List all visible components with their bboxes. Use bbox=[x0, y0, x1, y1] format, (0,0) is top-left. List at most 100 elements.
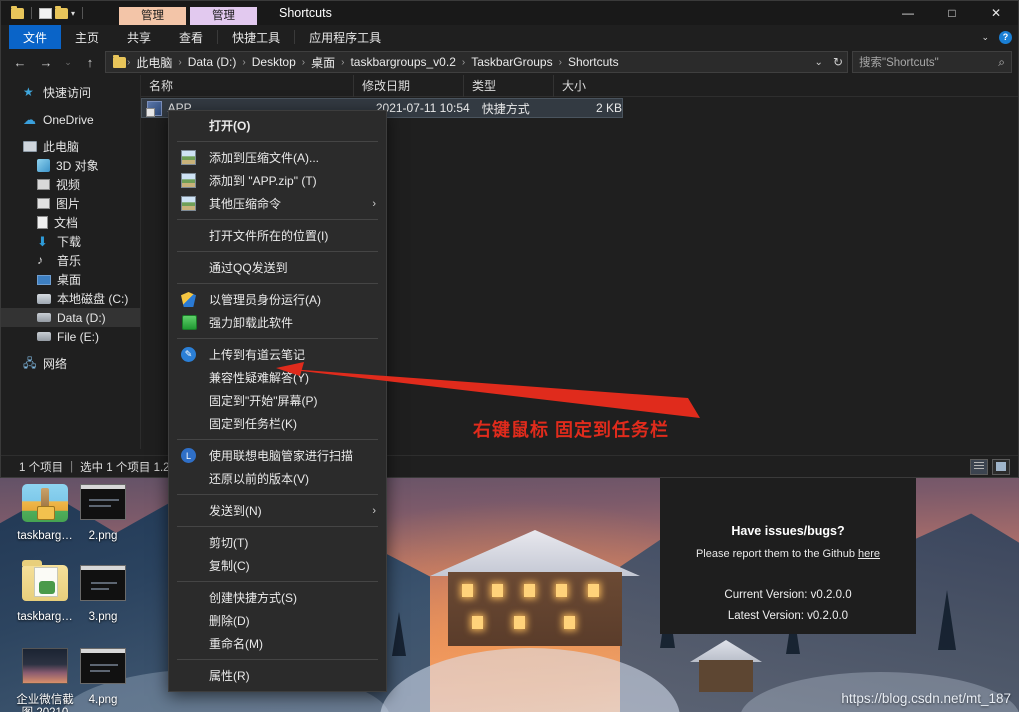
menu-separator bbox=[177, 219, 378, 220]
column-header-date[interactable]: 修改日期 bbox=[353, 74, 463, 97]
menu-item-label: 重命名(M) bbox=[209, 637, 263, 651]
desktop-icon[interactable]: 2.png bbox=[66, 484, 140, 543]
sidebar-item-videos[interactable]: 视频 bbox=[1, 175, 140, 194]
help-icon[interactable]: ? bbox=[999, 30, 1012, 44]
chevron-right-icon: › bbox=[372, 197, 376, 210]
recent-locations-button[interactable]: ⌄ bbox=[61, 51, 75, 73]
ribbon-tab-home[interactable]: 主页 bbox=[61, 25, 113, 49]
menu-item-label: 通过QQ发送到 bbox=[209, 261, 288, 275]
sidebar-item-music[interactable]: ♪ 音乐 bbox=[1, 251, 140, 270]
sidebar-item-data-d[interactable]: Data (D:) bbox=[1, 308, 140, 327]
menu-item-open[interactable]: 打开(O) bbox=[169, 114, 386, 137]
app-heading: Have issues/bugs? bbox=[731, 524, 845, 538]
desktop-icon-label: 3.png bbox=[88, 611, 118, 623]
desktop-icon-label: 2.png bbox=[88, 530, 118, 542]
column-header-type[interactable]: 类型 bbox=[463, 74, 553, 97]
menu-item-send-via-qq[interactable]: 通过QQ发送到 bbox=[169, 256, 386, 279]
sidebar-item-3d-objects[interactable]: 3D 对象 bbox=[1, 156, 140, 175]
menu-item-compatibility-troubleshoot[interactable]: 兼容性疑难解答(Y) bbox=[169, 366, 386, 389]
breadcrumb-item-this-pc[interactable]: 此电脑 bbox=[131, 54, 177, 71]
breadcrumb-item-zhuomian[interactable]: 桌面 bbox=[306, 54, 340, 71]
menu-item-add-to-archive[interactable]: 添加到压缩文件(A)... bbox=[169, 146, 386, 169]
sidebar-item-network[interactable]: 🖧 网络 bbox=[1, 354, 140, 373]
ribbon-tab-shortcut-tools[interactable]: 快捷工具 bbox=[218, 25, 294, 49]
chevron-down-icon[interactable]: ⌄ bbox=[815, 57, 823, 68]
back-button[interactable]: ← bbox=[9, 51, 31, 73]
menu-item-other-archive-commands[interactable]: 其他压缩命令 › bbox=[169, 192, 386, 215]
column-header-size[interactable]: 大小 bbox=[553, 74, 625, 97]
menu-item-label: 使用联想电脑管家进行扫描 bbox=[209, 449, 354, 463]
menu-item-upload-to-youdao[interactable]: ✎ 上传到有道云笔记 bbox=[169, 343, 386, 366]
menu-item-restore-previous-versions[interactable]: 还原以前的版本(V) bbox=[169, 467, 386, 490]
menu-item-rename[interactable]: 重命名(M) bbox=[169, 632, 386, 655]
menu-item-open-file-location[interactable]: 打开文件所在的位置(I) bbox=[169, 224, 386, 247]
chalet-window bbox=[588, 584, 599, 597]
minimize-button[interactable]: — bbox=[886, 1, 930, 25]
desktop-icon bbox=[37, 274, 51, 285]
sidebar-item-onedrive[interactable]: ☁ OneDrive bbox=[1, 110, 140, 129]
list-view-icon[interactable] bbox=[970, 458, 988, 475]
chalet-window bbox=[564, 616, 575, 629]
menu-item-force-uninstall[interactable]: 强力卸载此软件 bbox=[169, 311, 386, 334]
sidebar-item-desktop[interactable]: 桌面 bbox=[1, 270, 140, 289]
menu-item-copy[interactable]: 复制(C) bbox=[169, 554, 386, 577]
menu-item-scan-with-lenovo[interactable]: L 使用联想电脑管家进行扫描 bbox=[169, 444, 386, 467]
breadcrumb-item-shortcuts[interactable]: Shortcuts bbox=[563, 55, 624, 69]
menu-item-properties[interactable]: 属性(R) bbox=[169, 664, 386, 687]
qat-new-folder-icon[interactable] bbox=[39, 7, 52, 19]
screenshot-thumb-icon bbox=[80, 648, 126, 690]
context-menu[interactable]: 打开(O) 添加到压缩文件(A)... 添加到 "APP.zip" (T) 其他… bbox=[168, 110, 387, 692]
breadcrumb-item-taskbargroups-v02[interactable]: taskbargroups_v0.2 bbox=[345, 55, 460, 69]
menu-item-run-as-administrator[interactable]: 以管理员身份运行(A) bbox=[169, 288, 386, 311]
sidebar-item-downloads[interactable]: ⬇ 下载 bbox=[1, 232, 140, 251]
contextual-tab-application[interactable]: 管理 bbox=[190, 7, 258, 25]
sidebar-item-label: 音乐 bbox=[57, 254, 82, 268]
menu-item-delete[interactable]: 删除(D) bbox=[169, 609, 386, 632]
breadcrumb[interactable]: › 此电脑 › Data (D:) › Desktop › 桌面 › taskb… bbox=[105, 51, 848, 73]
menu-item-pin-to-taskbar[interactable]: 固定到任务栏(K) bbox=[169, 412, 386, 435]
search-icon[interactable]: ⌕ bbox=[998, 55, 1005, 70]
menu-item-send-to[interactable]: 发送到(N) › bbox=[169, 499, 386, 522]
tile-view-icon[interactable] bbox=[992, 458, 1010, 475]
qat-properties-icon[interactable] bbox=[11, 5, 24, 19]
menu-item-cut[interactable]: 剪切(T) bbox=[169, 531, 386, 554]
sidebar-item-quick-access[interactable]: ★ 快速访问 bbox=[1, 83, 140, 102]
contextual-tab-compressed[interactable]: 管理 bbox=[119, 7, 187, 25]
sidebar-item-pictures[interactable]: 图片 bbox=[1, 194, 140, 213]
desktop-icon[interactable]: 4.png bbox=[66, 648, 140, 707]
ribbon-tab-application-tools[interactable]: 应用程序工具 bbox=[295, 25, 395, 49]
breadcrumb-item-data-d[interactable]: Data (D:) bbox=[183, 55, 242, 69]
github-link[interactable]: here bbox=[858, 548, 880, 560]
maximize-button[interactable]: □ bbox=[930, 1, 974, 25]
ribbon-tab-view[interactable]: 查看 bbox=[165, 25, 217, 49]
taskbargroups-app-window[interactable]: Have issues/bugs? Please report them to … bbox=[660, 478, 916, 634]
close-button[interactable]: ✕ bbox=[974, 1, 1018, 25]
sidebar-item-local-disk-c[interactable]: 本地磁盘 (C:) bbox=[1, 289, 140, 308]
menu-separator bbox=[177, 581, 378, 582]
search-box[interactable]: 搜索"Shortcuts" ⌕ bbox=[852, 51, 1012, 73]
breadcrumb-item-desktop[interactable]: Desktop bbox=[247, 55, 301, 69]
menu-item-create-shortcut[interactable]: 创建快捷方式(S) bbox=[169, 586, 386, 609]
column-header-name[interactable]: 名称 bbox=[141, 75, 353, 97]
up-button[interactable]: ↑ bbox=[79, 51, 101, 73]
menu-item-pin-to-start[interactable]: 固定到"开始"屏幕(P) bbox=[169, 389, 386, 412]
shortcut-file-icon bbox=[146, 100, 162, 117]
3d-object-icon bbox=[37, 159, 50, 172]
chalet-window bbox=[514, 616, 525, 629]
refresh-icon[interactable]: ↻ bbox=[833, 55, 843, 69]
disk-icon bbox=[37, 293, 51, 304]
breadcrumb-item-taskbargroups[interactable]: TaskbarGroups bbox=[466, 55, 557, 69]
sidebar-item-documents[interactable]: 文档 bbox=[1, 213, 140, 232]
sidebar-item-this-pc[interactable]: 此电脑 bbox=[1, 137, 140, 156]
ribbon-tab-file[interactable]: 文件 bbox=[9, 25, 62, 49]
chevron-down-icon[interactable]: ▾ bbox=[71, 8, 75, 19]
menu-item-label: 删除(D) bbox=[209, 614, 250, 628]
chevron-down-icon[interactable]: ⌄ bbox=[981, 32, 989, 43]
menu-item-label: 以管理员身份运行(A) bbox=[209, 293, 321, 307]
ribbon-tab-share[interactable]: 共享 bbox=[113, 25, 165, 49]
qat-folder-icon[interactable] bbox=[55, 5, 68, 19]
desktop-icon[interactable]: 3.png bbox=[66, 565, 140, 624]
sidebar-item-file-e[interactable]: File (E:) bbox=[1, 327, 140, 346]
forward-button[interactable]: → bbox=[35, 51, 57, 73]
menu-item-add-to-app-zip[interactable]: 添加到 "APP.zip" (T) bbox=[169, 169, 386, 192]
